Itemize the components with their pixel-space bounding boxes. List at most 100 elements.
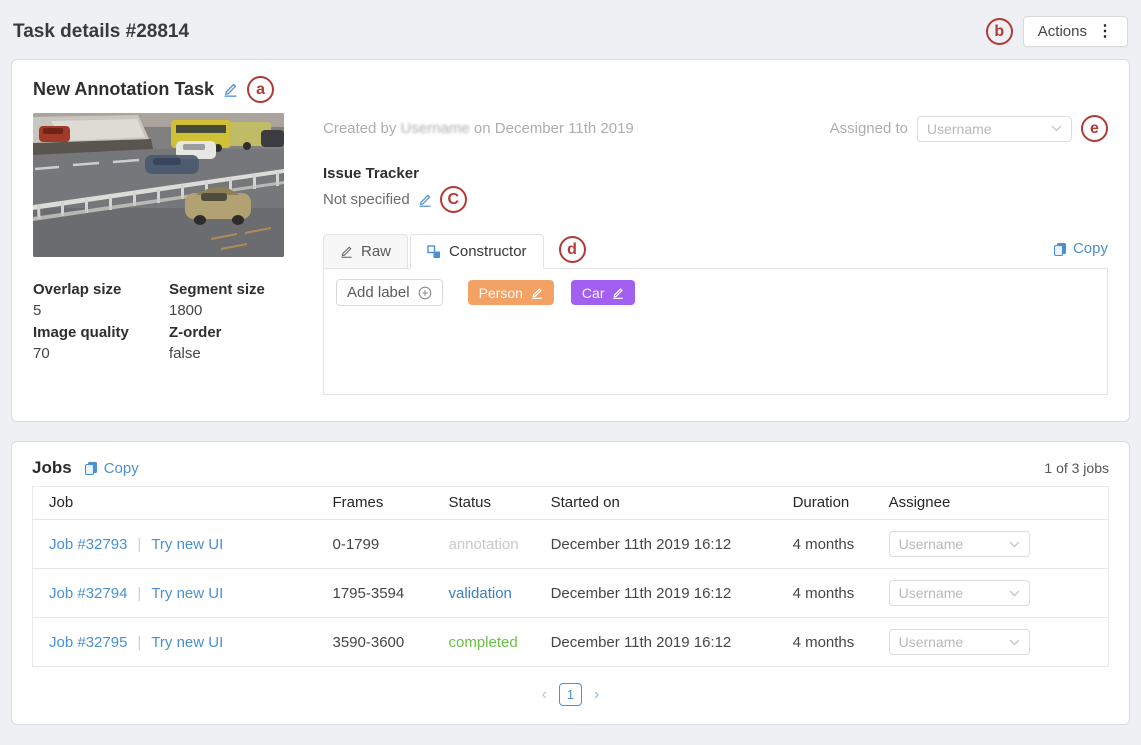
label-chip-car[interactable]: Car (571, 280, 636, 305)
job-status: annotation (449, 536, 519, 553)
job-status: completed (449, 634, 518, 651)
separator: | (137, 585, 141, 602)
more-vertical-icon: ⋮ (1097, 24, 1113, 40)
copy-labels-link[interactable]: Copy (1053, 240, 1108, 257)
created-by-text: Created by Username on December 11th 201… (323, 120, 634, 137)
label-chip-car-text: Car (582, 285, 605, 301)
build-blocks-icon (427, 245, 441, 259)
edit-label-person-icon[interactable] (531, 287, 543, 299)
column-status: Status (433, 487, 535, 520)
job-duration: 4 months (777, 520, 873, 569)
copy-labels-label: Copy (1073, 240, 1108, 257)
segment-size-label: Segment size (169, 279, 284, 300)
tab-constructor-label: Constructor (449, 243, 527, 260)
page-title: Task details #28814 (13, 21, 189, 43)
tab-constructor[interactable]: Constructor (410, 234, 544, 269)
label-chip-person[interactable]: Person (468, 280, 554, 305)
copy-jobs-link[interactable]: Copy (84, 460, 139, 477)
issue-tracker-block: Issue Tracker Not specified C (323, 164, 1108, 213)
job-duration: 4 months (777, 569, 873, 618)
copy-icon (84, 461, 98, 475)
task-title-row: New Annotation Task a (33, 76, 1108, 103)
pagination-page-1[interactable]: 1 (559, 683, 582, 706)
plus-circle-icon (418, 286, 432, 300)
copy-icon (1053, 242, 1067, 256)
overlap-size-label: Overlap size (33, 279, 169, 300)
issue-tracker-value: Not specified (323, 191, 410, 208)
image-quality-value: 70 (33, 343, 169, 364)
actions-button[interactable]: Actions ⋮ (1023, 16, 1128, 47)
chevron-down-icon (1009, 541, 1020, 548)
job-assignee-value: Username (899, 634, 964, 650)
column-assignee: Assignee (873, 487, 1109, 520)
job-frames: 1795-3594 (317, 569, 433, 618)
add-label-button[interactable]: Add label (336, 279, 443, 306)
chevron-down-icon (1009, 639, 1020, 646)
created-by-prefix: Created by (323, 120, 396, 137)
table-row: Job #32795 | Try new UI 3590-3600 complete… (33, 618, 1109, 667)
try-new-ui-link[interactable]: Try new UI (151, 536, 223, 553)
task-right-column: Created by Username on December 11th 201… (323, 113, 1108, 395)
job-link[interactable]: Job #32793 (49, 536, 127, 553)
task-card: New Annotation Task a (11, 59, 1130, 422)
callout-a: a (247, 76, 274, 103)
task-name: New Annotation Task (33, 79, 214, 100)
edit-task-name-icon[interactable] (223, 82, 238, 97)
assignee-select-value: Username (927, 121, 992, 137)
job-assignee-select[interactable]: Username (889, 531, 1030, 557)
created-by-suffix: on December 11th 2019 (474, 120, 634, 137)
label-chip-person-text: Person (479, 285, 523, 301)
separator: | (137, 536, 141, 553)
edit-label-car-icon[interactable] (612, 287, 624, 299)
overlap-size-value: 5 (33, 300, 169, 321)
segment-size-value: 1800 (169, 300, 284, 321)
jobs-count: 1 of 3 jobs (1044, 460, 1109, 476)
pagination-prev-icon[interactable]: ‹ (542, 686, 547, 704)
task-thumbnail-image (33, 113, 284, 257)
assigned-to-group: Assigned to Username e (830, 115, 1108, 142)
try-new-ui-link[interactable]: Try new UI (151, 634, 223, 651)
job-link[interactable]: Job #32795 (49, 634, 127, 651)
chevron-down-icon (1051, 125, 1062, 132)
copy-jobs-label: Copy (104, 460, 139, 477)
job-link[interactable]: Job #32794 (49, 585, 127, 602)
job-frames: 0-1799 (317, 520, 433, 569)
tab-raw[interactable]: Raw (323, 234, 408, 269)
callout-b: b (986, 18, 1013, 45)
job-assignee-select[interactable]: Username (889, 629, 1030, 655)
z-order-label: Z-order (169, 322, 284, 343)
job-started-on: December 11th 2019 16:12 (535, 618, 777, 667)
tab-raw-label: Raw (361, 243, 391, 260)
table-row: Job #32793|Try new UI 0-1799 annotation … (33, 520, 1109, 569)
table-row: Job #32794 | Try new UI 1795-3594 validati… (33, 569, 1109, 618)
labels-tabs: Raw Constructor d Copy (323, 234, 1108, 269)
topbar: Task details #28814 b Actions ⋮ (11, 0, 1130, 59)
jobs-table-body: Job #32793|Try new UI 0-1799 annotation … (33, 520, 1109, 667)
edit-issue-tracker-icon[interactable] (418, 193, 432, 207)
z-order-value: false (169, 343, 284, 364)
task-body: Overlap size 5 Image quality 70 Segment … (33, 113, 1108, 395)
task-meta-row: Created by Username on December 11th 201… (323, 115, 1108, 142)
try-new-ui-link[interactable]: Try new UI (151, 585, 223, 602)
issue-tracker-label: Issue Tracker (323, 164, 1108, 184)
jobs-pagination: ‹ 1 › (32, 683, 1109, 706)
created-by-username: Username (401, 120, 470, 137)
job-assignee-value: Username (899, 585, 964, 601)
separator: | (137, 634, 141, 651)
job-assignee-select[interactable]: Username (889, 580, 1030, 606)
job-started-on: December 11th 2019 16:12 (535, 520, 777, 569)
edit-icon (340, 245, 353, 258)
column-job: Job (33, 487, 317, 520)
job-started-on: December 11th 2019 16:12 (535, 569, 777, 618)
job-frames: 3590-3600 (317, 618, 433, 667)
task-left-column: Overlap size 5 Image quality 70 Segment … (33, 113, 284, 395)
column-started-on: Started on (535, 487, 777, 520)
pagination-next-icon[interactable]: › (594, 686, 599, 704)
callout-e: e (1081, 115, 1108, 142)
task-parameters: Overlap size 5 Image quality 70 Segment … (33, 279, 284, 365)
job-status: validation (449, 585, 512, 602)
callout-c: C (440, 186, 467, 213)
jobs-card: Jobs Copy 1 of 3 jobs Job Frames Status … (11, 441, 1130, 725)
column-duration: Duration (777, 487, 873, 520)
assignee-select[interactable]: Username (917, 116, 1072, 142)
